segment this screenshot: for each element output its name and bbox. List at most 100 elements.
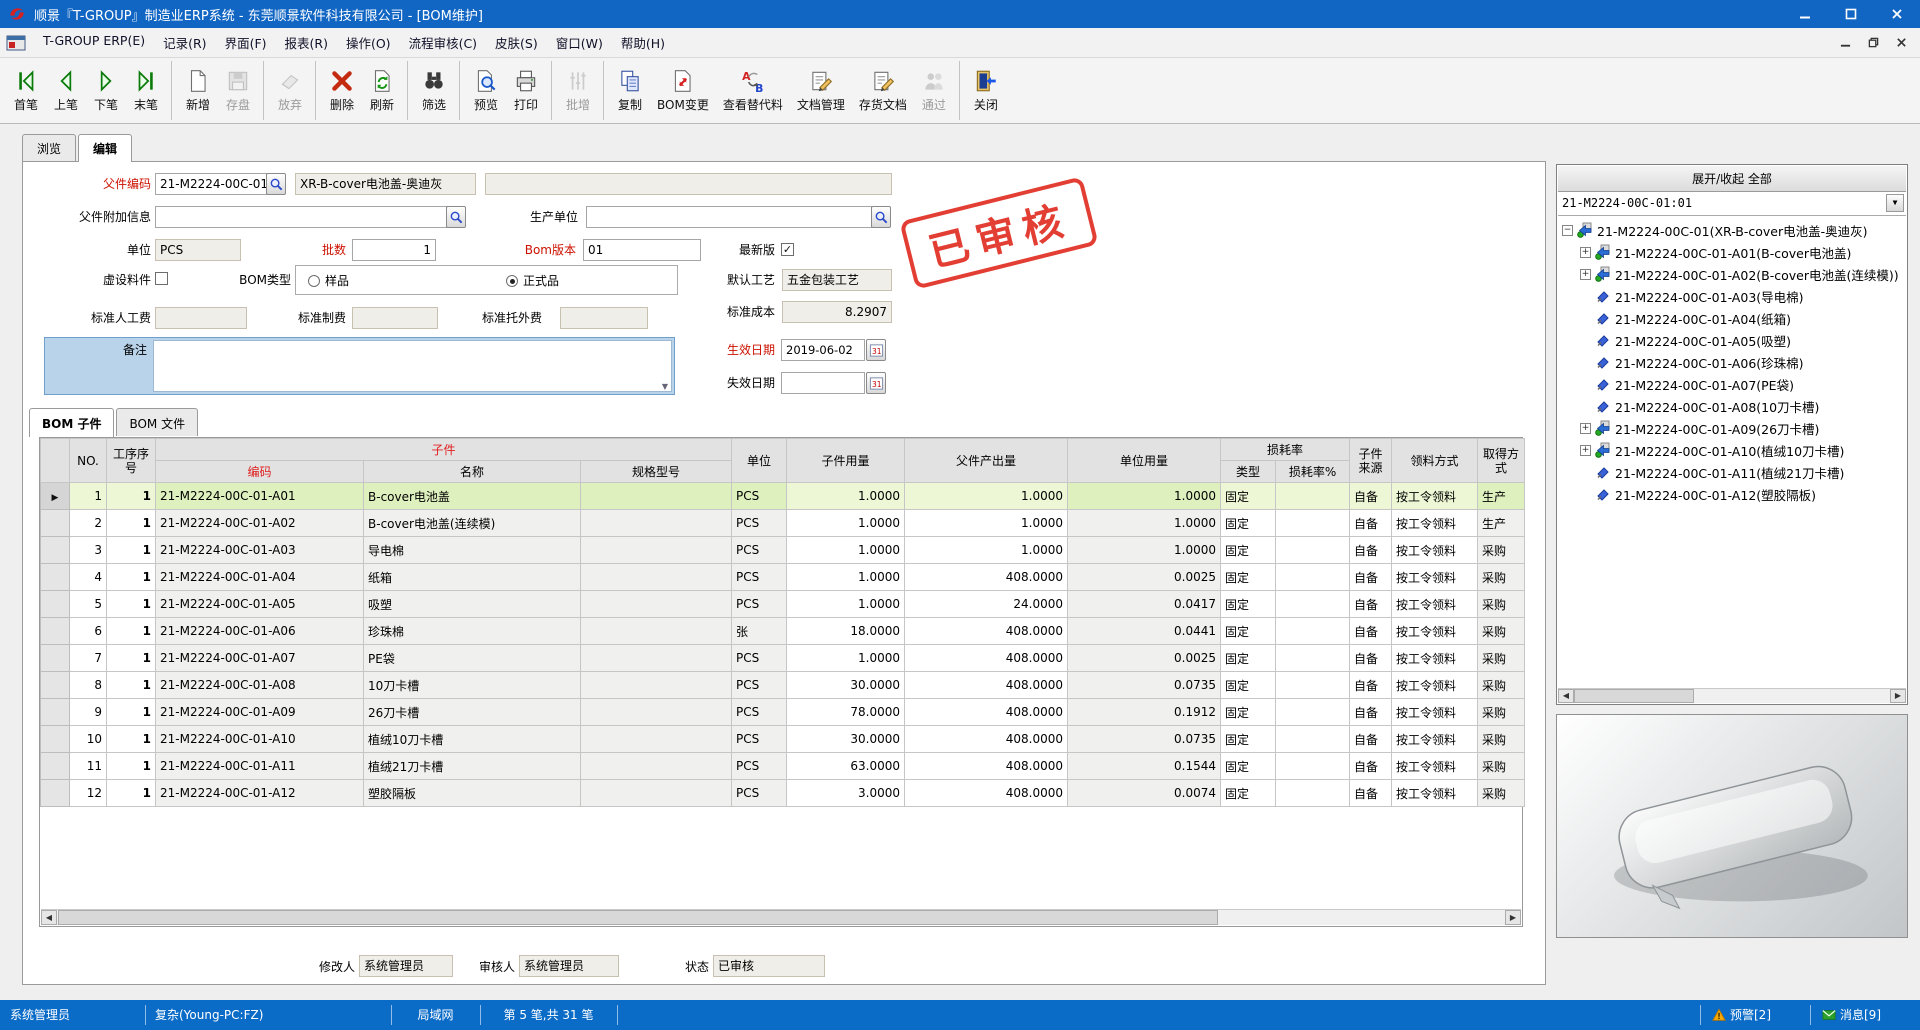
cell-unit-usage[interactable]: 0.0735 (1068, 726, 1221, 753)
cell-issue[interactable]: 按工令领料 (1392, 591, 1478, 618)
toolbar-button[interactable]: 预览 (466, 61, 506, 120)
toolbar-button[interactable]: 存盘 (218, 61, 264, 120)
cell-seq[interactable]: 1 (107, 537, 156, 564)
cell-loss-type[interactable]: 固定 (1221, 726, 1276, 753)
tree-expand-box[interactable] (1580, 247, 1591, 258)
toolbar-button[interactable]: 上笔 (46, 61, 86, 120)
cell-issue[interactable]: 按工令领料 (1392, 780, 1478, 807)
cell-code[interactable]: 21-M2224-00C-01-A03 (156, 537, 364, 564)
cell-unit[interactable]: PCS (732, 537, 787, 564)
table-row[interactable]: ▶ 6 1 21-M2224-00C-01-A06 珍珠棉 张 18.0000 … (41, 618, 1525, 645)
cell-qty[interactable]: 1.0000 (787, 564, 905, 591)
cell-unit-usage[interactable]: 0.1912 (1068, 699, 1221, 726)
cell-unit-usage[interactable]: 0.0074 (1068, 780, 1221, 807)
cell-name[interactable]: B-cover电池盖 (364, 483, 581, 510)
tree-node[interactable]: 21-M2224-00C-01-A09(26刀卡槽) (1558, 417, 1906, 439)
cell-qty[interactable]: 1.0000 (787, 591, 905, 618)
table-row[interactable]: ▶ 12 1 21-M2224-00C-01-A12 塑胶隔板 PCS 3.00… (41, 780, 1525, 807)
cell-loss-type[interactable]: 固定 (1221, 618, 1276, 645)
toolbar-button[interactable]: 删除 (322, 61, 362, 120)
table-row[interactable]: ▶ 4 1 21-M2224-00C-01-A04 纸箱 PCS 1.0000 … (41, 564, 1525, 591)
cell-name[interactable]: 植绒21刀卡槽 (364, 753, 581, 780)
cell-seq[interactable]: 1 (107, 645, 156, 672)
cell-no[interactable]: 9 (70, 699, 107, 726)
cell-source[interactable]: 自备 (1350, 510, 1392, 537)
cell-spec[interactable] (581, 591, 732, 618)
cell-source[interactable]: 自备 (1350, 483, 1392, 510)
latest-checkbox[interactable] (781, 243, 794, 256)
cell-acquire[interactable]: 采购 (1478, 537, 1525, 564)
cell-issue[interactable]: 按工令领料 (1392, 753, 1478, 780)
cell-source[interactable]: 自备 (1350, 591, 1392, 618)
menu-item[interactable]: 界面(F) (216, 29, 276, 56)
toolbar-button[interactable]: BOM变更 (650, 61, 716, 120)
cell-acquire[interactable]: 采购 (1478, 645, 1525, 672)
table-row[interactable]: ▶ 1 1 21-M2224-00C-01-A01 B-cover电池盖 PCS… (41, 483, 1525, 510)
cell-name[interactable]: 导电棉 (364, 537, 581, 564)
cell-qty[interactable]: 78.0000 (787, 699, 905, 726)
cell-code[interactable]: 21-M2224-00C-01-A02 (156, 510, 364, 537)
bom-type-formal-option[interactable]: 正式品 (506, 271, 559, 291)
cell-name[interactable]: 吸塑 (364, 591, 581, 618)
cell-issue[interactable]: 按工令领料 (1392, 645, 1478, 672)
cell-unit-usage[interactable]: 0.0735 (1068, 672, 1221, 699)
scroll-right-button[interactable]: ▶ (1505, 910, 1521, 925)
mdi-restore-button[interactable] (1866, 37, 1880, 49)
cell-loss-type[interactable]: 固定 (1221, 753, 1276, 780)
scrollbar-thumb[interactable] (1574, 689, 1694, 703)
cell-no[interactable]: 10 (70, 726, 107, 753)
maximize-button[interactable] (1828, 0, 1874, 28)
cell-spec[interactable] (581, 537, 732, 564)
cell-seq[interactable]: 1 (107, 618, 156, 645)
table-horizontal-scrollbar[interactable]: ◀ ▶ (41, 909, 1521, 925)
chevron-down-icon[interactable]: ▼ (1886, 194, 1904, 212)
toolbar-button[interactable]: 批增 (558, 61, 604, 120)
table-row[interactable]: ▶ 3 1 21-M2224-00C-01-A03 导电棉 PCS 1.0000… (41, 537, 1525, 564)
tree-node[interactable]: 21-M2224-00C-01(XR-B-cover电池盖-奥迪灰) (1558, 219, 1906, 241)
statusbar-alert-badge[interactable]: 预警[2] (1712, 1000, 1771, 1030)
cell-loss-rate[interactable] (1276, 645, 1350, 672)
row-selector-cell[interactable]: ▶ (41, 564, 70, 591)
cell-unit-usage[interactable]: 0.1544 (1068, 753, 1221, 780)
cell-unit[interactable]: PCS (732, 510, 787, 537)
tab-bom-children[interactable]: BOM 子件 (29, 408, 114, 437)
tree-node[interactable]: 21-M2224-00C-01-A07(PE袋) (1558, 373, 1906, 395)
cell-unit-usage[interactable]: 1.0000 (1068, 483, 1221, 510)
expire-date-calendar-button[interactable] (866, 372, 886, 394)
cell-acquire[interactable]: 采购 (1478, 591, 1525, 618)
parent-code-lookup-button[interactable] (266, 173, 286, 195)
scroll-right-button[interactable]: ▶ (1890, 689, 1906, 703)
cell-code[interactable]: 21-M2224-00C-01-A09 (156, 699, 364, 726)
cell-acquire[interactable]: 采购 (1478, 699, 1525, 726)
remark-textarea[interactable] (153, 340, 672, 392)
tree-expand-box[interactable] (1580, 269, 1591, 280)
cell-loss-rate[interactable] (1276, 618, 1350, 645)
menu-item[interactable]: 窗口(W) (547, 29, 612, 56)
cell-qty[interactable]: 1.0000 (787, 645, 905, 672)
cell-unit-usage[interactable]: 0.0441 (1068, 618, 1221, 645)
cell-source[interactable]: 自备 (1350, 564, 1392, 591)
cell-issue[interactable]: 按工令领料 (1392, 510, 1478, 537)
tree-horizontal-scrollbar[interactable]: ◀ ▶ (1558, 688, 1906, 703)
cell-no[interactable]: 7 (70, 645, 107, 672)
tree-expand-box[interactable] (1580, 423, 1591, 434)
scroll-left-button[interactable]: ◀ (1558, 689, 1574, 703)
cell-loss-type[interactable]: 固定 (1221, 699, 1276, 726)
cell-loss-rate[interactable] (1276, 726, 1350, 753)
cell-acquire[interactable]: 采购 (1478, 726, 1525, 753)
tree-expand-collapse-button[interactable]: 展开/收起 全部 (1558, 166, 1906, 192)
row-selector-cell[interactable]: ▶ (41, 510, 70, 537)
toolbar-button[interactable]: 末笔 (126, 61, 172, 120)
minimize-button[interactable] (1782, 0, 1828, 28)
table-row[interactable]: ▶ 11 1 21-M2224-00C-01-A11 植绒21刀卡槽 PCS 6… (41, 753, 1525, 780)
cell-loss-type[interactable]: 固定 (1221, 483, 1276, 510)
cell-parent-output[interactable]: 408.0000 (905, 753, 1068, 780)
cell-acquire[interactable]: 采购 (1478, 753, 1525, 780)
toolbar-button[interactable]: 刷新 (362, 61, 408, 120)
cell-seq[interactable]: 1 (107, 780, 156, 807)
row-selector-cell[interactable]: ▶ (41, 618, 70, 645)
cell-seq[interactable]: 1 (107, 753, 156, 780)
cell-unit[interactable]: PCS (732, 726, 787, 753)
cell-no[interactable]: 4 (70, 564, 107, 591)
toolbar-button[interactable]: 打印 (506, 61, 552, 120)
